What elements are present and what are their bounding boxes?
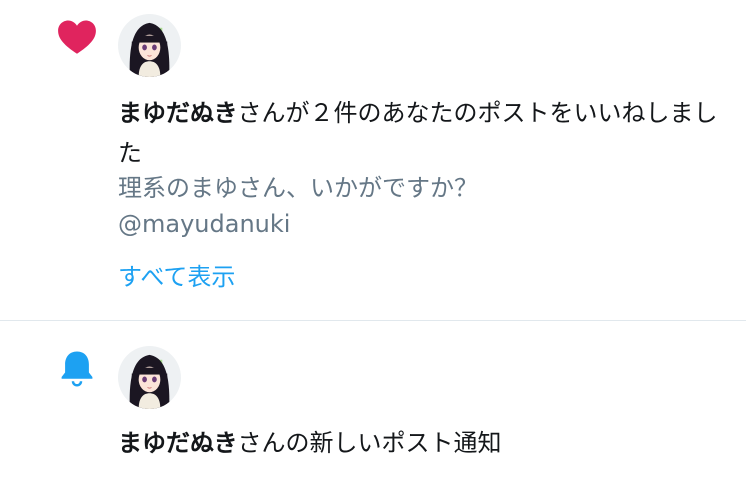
divider [0, 320, 746, 321]
avatar[interactable] [118, 14, 181, 77]
avatar[interactable] [118, 346, 181, 409]
bell-icon [56, 348, 98, 390]
notification-text: まゆだぬきさんの新しいポスト通知 [118, 423, 728, 463]
user-name[interactable]: まゆだぬき [118, 429, 238, 457]
new-post-notification[interactable]: まゆだぬきさんの新しいポスト通知 [0, 322, 746, 477]
post-preview[interactable]: 理系のまゆさん、いかがですか？ [118, 170, 728, 206]
like-notification[interactable]: まゆだぬきさんが２件のあなたのポストをいいねしました 理系のまゆさん、いかがです… [0, 0, 746, 321]
show-all-link[interactable]: すべて表示 [118, 259, 235, 295]
action-text: さんの新しいポスト通知 [237, 429, 502, 457]
user-name[interactable]: まゆだぬき [118, 99, 238, 127]
heart-icon [56, 16, 98, 58]
notification-text: まゆだぬきさんが２件のあなたのポストをいいねしました [118, 93, 728, 173]
post-handle: @mayudanuki [118, 210, 291, 238]
